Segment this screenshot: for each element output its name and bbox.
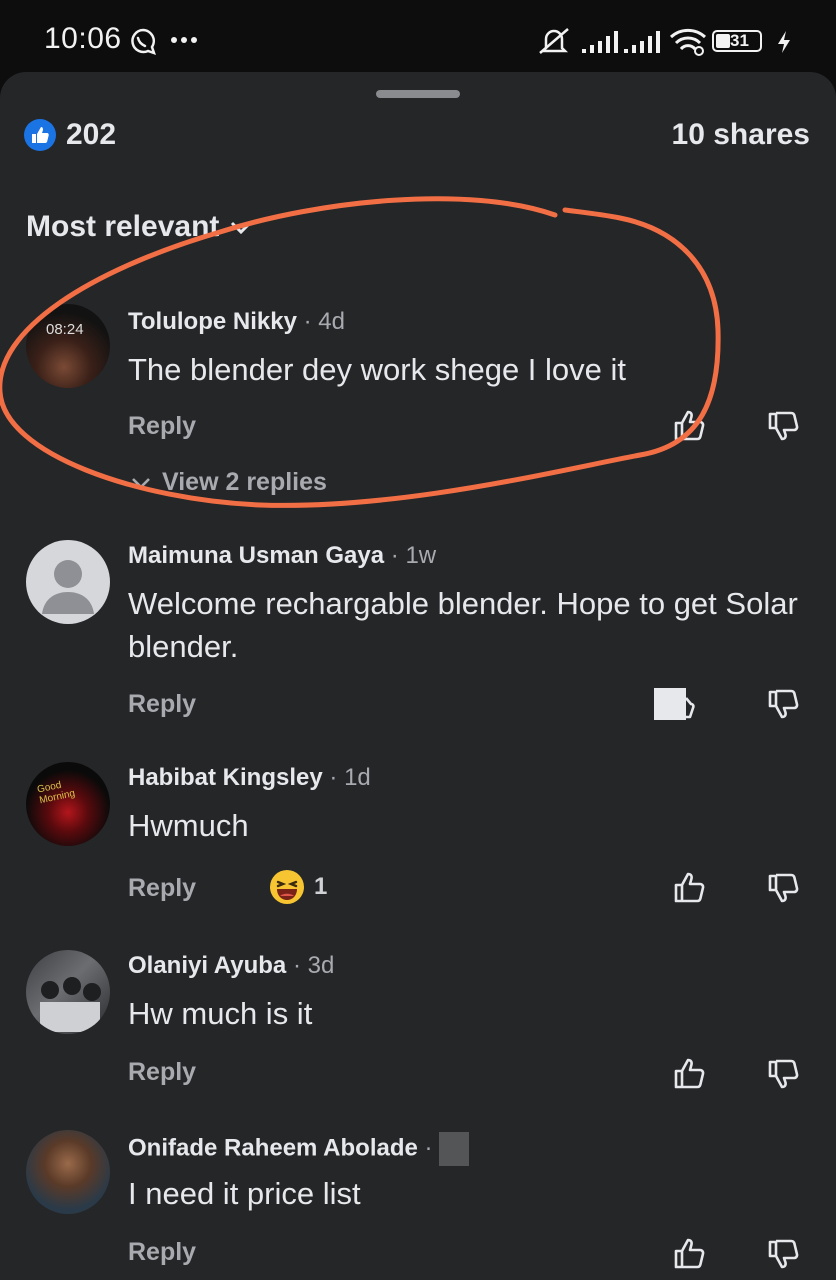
reaction-summary[interactable]: 1 (268, 868, 327, 906)
battery-level: 31 (730, 31, 749, 50)
comment-text: Welcome rechargable blender. Hope to get… (128, 586, 798, 664)
view-replies-link[interactable]: View 2 replies (130, 468, 327, 497)
commenter-name[interactable]: Maimuna Usman Gaya (128, 542, 384, 569)
comment-text: Hw much is it (128, 996, 313, 1031)
thumbs-up-icon[interactable] (672, 1056, 708, 1090)
reaction-count: 1 (314, 873, 328, 900)
chevron-down-icon (132, 477, 150, 489)
sort-label: Most relevant (26, 210, 220, 243)
commenter-name[interactable]: Habibat Kingsley (128, 764, 323, 791)
reactions-summary[interactable]: 202 (24, 118, 116, 152)
avatar[interactable]: 08:24 (26, 304, 110, 388)
reply-button[interactable]: Reply (128, 690, 196, 719)
comment-text: Hwmuch (128, 808, 249, 843)
commenter-name[interactable]: Tolulope Nikky (128, 308, 297, 335)
comment-age: 1d (344, 764, 371, 791)
status-time: 10:06 (44, 22, 122, 55)
comment-header: Onifade Raheem Abolade · (128, 1132, 470, 1166)
comments-sheet: 202 10 shares Most relevant 08:24 Tolulo… (0, 72, 836, 1280)
thumbs-up-icon[interactable] (652, 686, 712, 722)
view-replies-label: View 2 replies (162, 468, 327, 496)
avatar-overlay-text: 08:24 (46, 321, 84, 338)
comment-text: I need it price list (128, 1176, 361, 1211)
comment-age: 1w (405, 542, 437, 569)
reply-button[interactable]: Reply (128, 1058, 196, 1087)
status-bar: 10:06 31 (0, 0, 836, 80)
reply-button[interactable]: Reply (128, 874, 196, 903)
thumbs-down-icon[interactable] (766, 1058, 802, 1092)
wifi-icon (669, 28, 707, 56)
default-avatar-icon[interactable] (26, 540, 110, 624)
avatar[interactable] (26, 1130, 110, 1214)
avatar[interactable]: Good Morning (26, 762, 110, 846)
commenter-name[interactable]: Olaniyi Ayuba (128, 952, 286, 979)
thumbs-up-icon[interactable] (672, 1236, 708, 1270)
commenter-name[interactable]: Onifade Raheem Abolade (128, 1134, 418, 1161)
reply-button[interactable]: Reply (128, 1238, 196, 1267)
comment-age: 3d (307, 952, 335, 979)
charging-icon (778, 31, 790, 53)
thumbs-up-icon[interactable] (672, 870, 708, 904)
likes-count: 202 (66, 118, 117, 151)
muted-bell-icon (539, 28, 569, 54)
shares-count[interactable]: 10 shares (672, 118, 810, 152)
reply-button[interactable]: Reply (128, 412, 196, 441)
whatsapp-notification-icon (131, 28, 156, 55)
signal-1-icon (582, 31, 618, 53)
comment-header: Habibat Kingsley · 1d (128, 764, 371, 791)
laughing-emoji-icon (270, 870, 304, 904)
comment-text: The blender dey work shege I love it (128, 352, 626, 387)
comment-age: 4d (318, 308, 345, 335)
drag-handle[interactable] (376, 90, 460, 98)
thumbs-up-icon[interactable] (672, 408, 708, 442)
avatar[interactable] (26, 950, 110, 1034)
avatar-overlay-text: Good Morning (36, 779, 77, 807)
comment-header: Maimuna Usman Gaya · 1w (128, 542, 437, 569)
comment-header: Tolulope Nikky · 4d (128, 308, 345, 335)
thumbs-down-icon[interactable] (766, 872, 802, 906)
sort-dropdown[interactable]: Most relevant (26, 210, 253, 244)
chevron-down-icon (231, 221, 252, 235)
comment-header: Olaniyi Ayuba · 3d (128, 952, 335, 979)
battery-icon: 31 (712, 30, 762, 52)
signal-2-icon (624, 31, 660, 53)
like-badge-icon (24, 119, 56, 151)
redacted-timestamp (439, 1132, 470, 1166)
thumbs-down-icon[interactable] (766, 688, 802, 722)
thumbs-down-icon[interactable] (766, 1238, 802, 1272)
thumbs-down-icon[interactable] (766, 410, 802, 444)
more-notifications-icon (171, 37, 197, 43)
